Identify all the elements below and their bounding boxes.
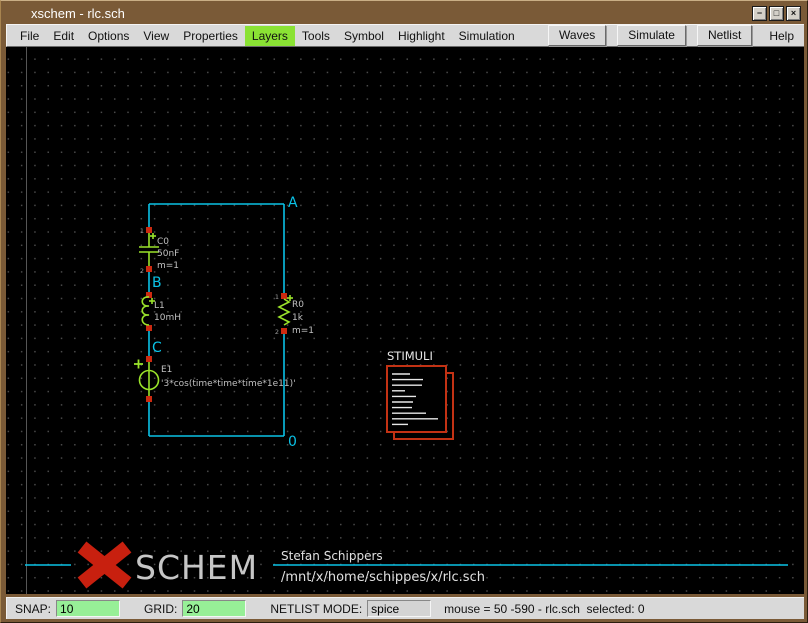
pin-terminal	[281, 293, 287, 299]
close-icon[interactable]: ×	[786, 6, 801, 21]
netlist-button[interactable]: Netlist	[697, 25, 752, 46]
component-name: C0	[157, 237, 169, 247]
pin-number: 2	[275, 328, 279, 336]
component-mult: m=1	[292, 326, 314, 336]
menu-action-buttons: Waves Simulate Netlist Help	[548, 25, 804, 46]
pin-terminal	[146, 325, 152, 331]
menu-properties[interactable]: Properties	[176, 26, 245, 46]
mouse-coordinates-status: mouse = 50 -590 - rlc.sch selected: 0	[444, 602, 644, 616]
snap-label: SNAP:	[15, 602, 51, 616]
minimize-icon[interactable]: −	[752, 6, 767, 21]
simulate-button[interactable]: Simulate	[617, 25, 686, 46]
menu-symbol[interactable]: Symbol	[337, 26, 391, 46]
menu-bar: File Edit Options View Properties Layers…	[6, 24, 804, 47]
pin-number: 1	[140, 227, 144, 235]
logo-x-icon	[82, 547, 127, 583]
stimuli-front-rect	[387, 366, 446, 432]
window-title: xschem - rlc.sch	[31, 6, 125, 21]
menu-view[interactable]: View	[136, 26, 176, 46]
component-mult: m=1	[157, 261, 179, 271]
source-e1[interactable]: E1 '3*cos(time*time*time*1e11)'	[134, 356, 296, 402]
window-controls: − □ ×	[752, 6, 803, 21]
menu-highlight[interactable]: Highlight	[391, 26, 452, 46]
node-label-a[interactable]: A	[288, 195, 298, 211]
logo-path: /mnt/x/home/schippes/x/rlc.sch	[281, 570, 485, 585]
grid-label: GRID:	[144, 602, 177, 616]
pin-number: 1	[275, 293, 279, 301]
capacitor-c0[interactable]: 1 2 C0 50nF m=1	[139, 227, 179, 275]
pin-terminal	[281, 328, 287, 334]
menu-file[interactable]: File	[13, 26, 46, 46]
snap-input[interactable]	[56, 600, 120, 617]
schematic-canvas[interactable]: A B C 0 1 2 C0 50nF m=1	[6, 47, 804, 594]
stimuli-block[interactable]: STIMULI	[387, 349, 453, 439]
menu-layers[interactable]: Layers	[245, 26, 295, 46]
stimuli-label: STIMULI	[387, 349, 433, 363]
plus-mark	[134, 360, 143, 369]
capacitor-symbol	[139, 233, 159, 266]
component-name: E1	[161, 365, 172, 375]
status-bar: SNAP: GRID: NETLIST MODE: mouse = 50 -59…	[6, 597, 804, 619]
waves-button[interactable]: Waves	[548, 25, 606, 46]
node-label-c[interactable]: C	[152, 340, 162, 356]
menu-edit[interactable]: Edit	[46, 26, 81, 46]
pin-number: 2	[140, 267, 144, 275]
pin-terminal	[146, 227, 152, 233]
xschem-logo: SCHEM Stefan Schippers /mnt/x/home/schip…	[25, 547, 788, 587]
menu-options[interactable]: Options	[81, 26, 136, 46]
component-value: '3*cos(time*time*time*1e11)'	[161, 379, 296, 389]
grid-input[interactable]	[182, 600, 246, 617]
inductor-l1[interactable]: L1 10mH	[142, 292, 181, 331]
menu-tools[interactable]: Tools	[295, 26, 337, 46]
logo-text: SCHEM	[135, 548, 258, 587]
app-window: xschem - rlc.sch − □ × File Edit Options…	[0, 0, 808, 623]
menu-simulation[interactable]: Simulation	[452, 26, 522, 46]
pin-terminal	[146, 356, 152, 362]
netlist-mode-input[interactable]	[367, 600, 431, 617]
component-name: R0	[292, 300, 304, 310]
title-bar[interactable]: xschem - rlc.sch − □ ×	[5, 4, 803, 23]
schematic-svg: A B C 0 1 2 C0 50nF m=1	[6, 47, 804, 594]
component-value: 50nF	[157, 249, 179, 259]
pin-terminal	[146, 266, 152, 272]
inductor-coil	[142, 297, 149, 325]
component-name: L1	[154, 301, 165, 311]
component-value: 1k	[292, 313, 304, 323]
netlist-mode-label: NETLIST MODE:	[270, 602, 362, 616]
pin-terminal	[146, 396, 152, 402]
node-label-gnd[interactable]: 0	[288, 434, 297, 450]
component-value: 10mH	[154, 313, 181, 323]
resistor-r0[interactable]: 1 2 R0 1k m=1	[275, 293, 314, 336]
help-button[interactable]: Help	[763, 26, 800, 46]
maximize-icon[interactable]: □	[769, 6, 784, 21]
node-label-b[interactable]: B	[152, 275, 162, 291]
resistor-zigzag	[279, 299, 289, 325]
logo-author: Stefan Schippers	[281, 549, 383, 563]
